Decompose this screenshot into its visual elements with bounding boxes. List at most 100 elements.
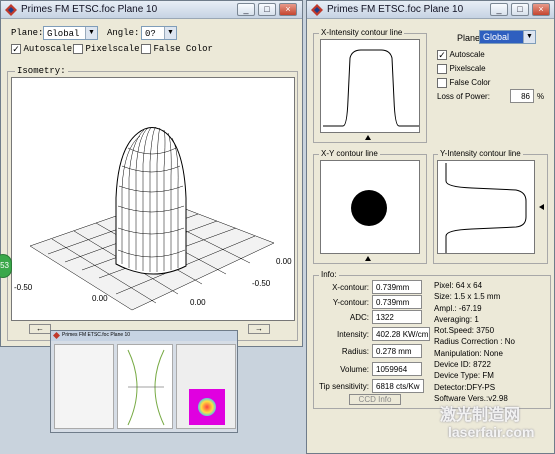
info-radius-value: 0.278 mm <box>372 344 422 358</box>
watermark-title: 激光制造网 <box>440 407 521 424</box>
info-detector: Detector:DFY-PS <box>434 382 496 392</box>
isometry-plot: -0.50 0.00 -0.50 0.00 0.00 <box>11 77 295 321</box>
isometry-surface: -0.50 0.00 -0.50 0.00 0.00 <box>14 126 292 311</box>
angle-label: Angle: <box>107 28 140 38</box>
xy-contour-label: X-Y contour line <box>319 149 380 158</box>
thumbnail-title-bar: Primes FM ETSC.foc Plane 10 <box>51 331 237 341</box>
chevron-down-icon: ▼ <box>164 27 176 39</box>
false-color-spot <box>189 389 225 425</box>
info-amplification: Ampl.: -67.19 <box>434 303 482 313</box>
info-x-contour-label: X-contour: <box>332 283 369 292</box>
x-contour-plot <box>320 39 420 133</box>
info-tip-sensitivity-label: Tip sensitivity: <box>319 382 369 391</box>
maximize-button[interactable]: □ <box>511 3 529 16</box>
autoscale-checkbox[interactable]: ✓ Autoscale <box>11 43 72 54</box>
autoscale-checkbox[interactable]: ✓ Autoscale <box>437 49 485 60</box>
info-manipulation: Manipulation: None <box>434 348 503 358</box>
minimize-button[interactable]: _ <box>490 3 508 16</box>
xy-contour-plot <box>320 160 420 254</box>
loss-of-power-input[interactable]: 86 <box>510 89 534 103</box>
primes-app-icon <box>53 332 60 339</box>
info-size: Size: 1.5 x 1.5 mm <box>434 292 501 302</box>
checkmark-icon: ✓ <box>11 43 21 54</box>
loss-of-power-unit: % <box>537 92 545 101</box>
loss-of-power-label: Loss of Power: <box>437 92 490 101</box>
axis-tick-label: 0.00 <box>276 257 292 266</box>
watermark-url: laserfair.com <box>448 424 535 440</box>
info-radius-correction: Radius Correction : No <box>434 337 515 347</box>
info-y-contour-label: Y-contour: <box>332 298 369 307</box>
window-title: Primes FM ETSC.foc Plane 10 <box>327 4 464 15</box>
info-x-contour-value: 0.739mm <box>372 280 422 294</box>
plane-label: Plane: <box>11 28 44 38</box>
autoscale-label: Autoscale <box>23 44 73 54</box>
info-adc-label: ADC: <box>349 313 369 322</box>
thumbnail-title: Primes FM ETSC.foc Plane 10 <box>62 332 131 338</box>
minimize-button[interactable]: _ <box>237 3 255 16</box>
info-device-id: Device ID: 8722 <box>434 360 491 370</box>
info-volume-value: 1059964 <box>372 362 422 376</box>
x-intensity-curve <box>323 49 419 127</box>
window-title: Primes FM ETSC.foc Plane 10 <box>21 4 158 15</box>
thumbnail-window[interactable]: Primes FM ETSC.foc Plane 10 <box>50 330 238 433</box>
x-contour-marker-icon[interactable] <box>365 135 371 140</box>
isometry-title-bar[interactable]: Primes FM ETSC.foc Plane 10 _ □ × <box>1 1 302 19</box>
x-contour-label: X-Intensity contour line <box>319 28 405 37</box>
info-intensity-label: Intensity: <box>336 330 369 339</box>
maximize-button[interactable]: □ <box>258 3 276 16</box>
false-color-checkbox[interactable]: False Color <box>141 43 213 54</box>
primes-app-icon <box>311 4 323 16</box>
info-y-contour-value: 0.739mm <box>372 295 422 309</box>
chevron-down-icon: ▼ <box>85 27 97 39</box>
side-badge[interactable]: 53 <box>0 254 12 278</box>
y-contour-plot <box>437 160 535 254</box>
false-color-checkbox[interactable]: False Color <box>437 77 490 88</box>
info-averaging: Averaging: 1 <box>434 314 479 324</box>
angle-select-value: 0? <box>145 29 156 39</box>
xy-contour-marker-icon[interactable] <box>365 256 371 261</box>
info-adc-value: 1322 <box>372 310 422 324</box>
isometry-group-label: Isometry: <box>15 66 68 76</box>
pixelscale-label: Pixelscale <box>449 64 486 73</box>
beam-profile-peak <box>115 126 187 275</box>
axis-tick-label: -0.50 <box>14 283 33 292</box>
plane-select[interactable]: Global ▼ <box>43 26 98 40</box>
close-button[interactable]: × <box>279 3 297 16</box>
false-color-label: False Color <box>449 78 491 87</box>
ccd-info-button[interactable]: CCD Info <box>349 394 401 405</box>
pixelscale-label: Pixelscale <box>85 44 140 54</box>
y-contour-label: Y-Intensity contour line <box>438 149 523 158</box>
angle-select[interactable]: 0? ▼ <box>141 26 177 40</box>
plane-select-value: Global <box>47 29 80 39</box>
axis-tick-label: -0.50 <box>252 279 271 288</box>
close-button[interactable]: × <box>532 3 550 16</box>
info-radius-label: Radius: <box>341 347 369 356</box>
y-contour-marker-icon[interactable] <box>539 204 544 210</box>
info-pixel: Pixel: 64 x 64 <box>434 281 483 290</box>
info-label: Info: <box>319 270 339 279</box>
pixelscale-checkbox[interactable]: Pixelscale <box>73 43 140 54</box>
info-intensity-value: 402.28 KW/cm <box>372 327 430 341</box>
thumbnail-contour-panel <box>117 344 173 429</box>
contour-title-bar[interactable]: Primes FM ETSC.foc Plane 10 _ □ × <box>307 1 554 19</box>
axis-tick-label: 0.00 <box>92 294 108 303</box>
autoscale-label: Autoscale <box>449 50 485 59</box>
y-intensity-curve <box>445 163 527 253</box>
axis-tick-label: 0.00 <box>190 298 206 307</box>
false-color-label: False Color <box>153 44 213 54</box>
thumbnail-info-panel <box>54 344 114 429</box>
rotate-right-button[interactable]: → <box>248 324 270 334</box>
rotate-left-button[interactable]: ← <box>29 324 51 334</box>
chevron-down-icon: ▼ <box>523 31 535 43</box>
pixelscale-checkbox[interactable]: Pixelscale <box>437 63 486 74</box>
checkmark-icon: ✓ <box>437 49 447 60</box>
plane-select[interactable]: Global ▼ <box>479 30 536 44</box>
info-rot-speed: Rot.Speed: 3750 <box>434 326 495 336</box>
isometry-window: Primes FM ETSC.foc Plane 10 _ □ × Plane:… <box>0 0 303 347</box>
info-tip-sensitivity-value: 6818 cts/Kw <box>372 379 424 393</box>
thumbnail-spot-panel <box>176 344 236 429</box>
primes-app-icon <box>5 4 17 16</box>
device-info-list: Pixel: 64 x 64 Size: 1.5 x 1.5 mm Ampl.:… <box>434 280 552 404</box>
plane-select-value: Global <box>483 32 510 42</box>
info-device-type: Device Type: FM <box>434 371 494 381</box>
